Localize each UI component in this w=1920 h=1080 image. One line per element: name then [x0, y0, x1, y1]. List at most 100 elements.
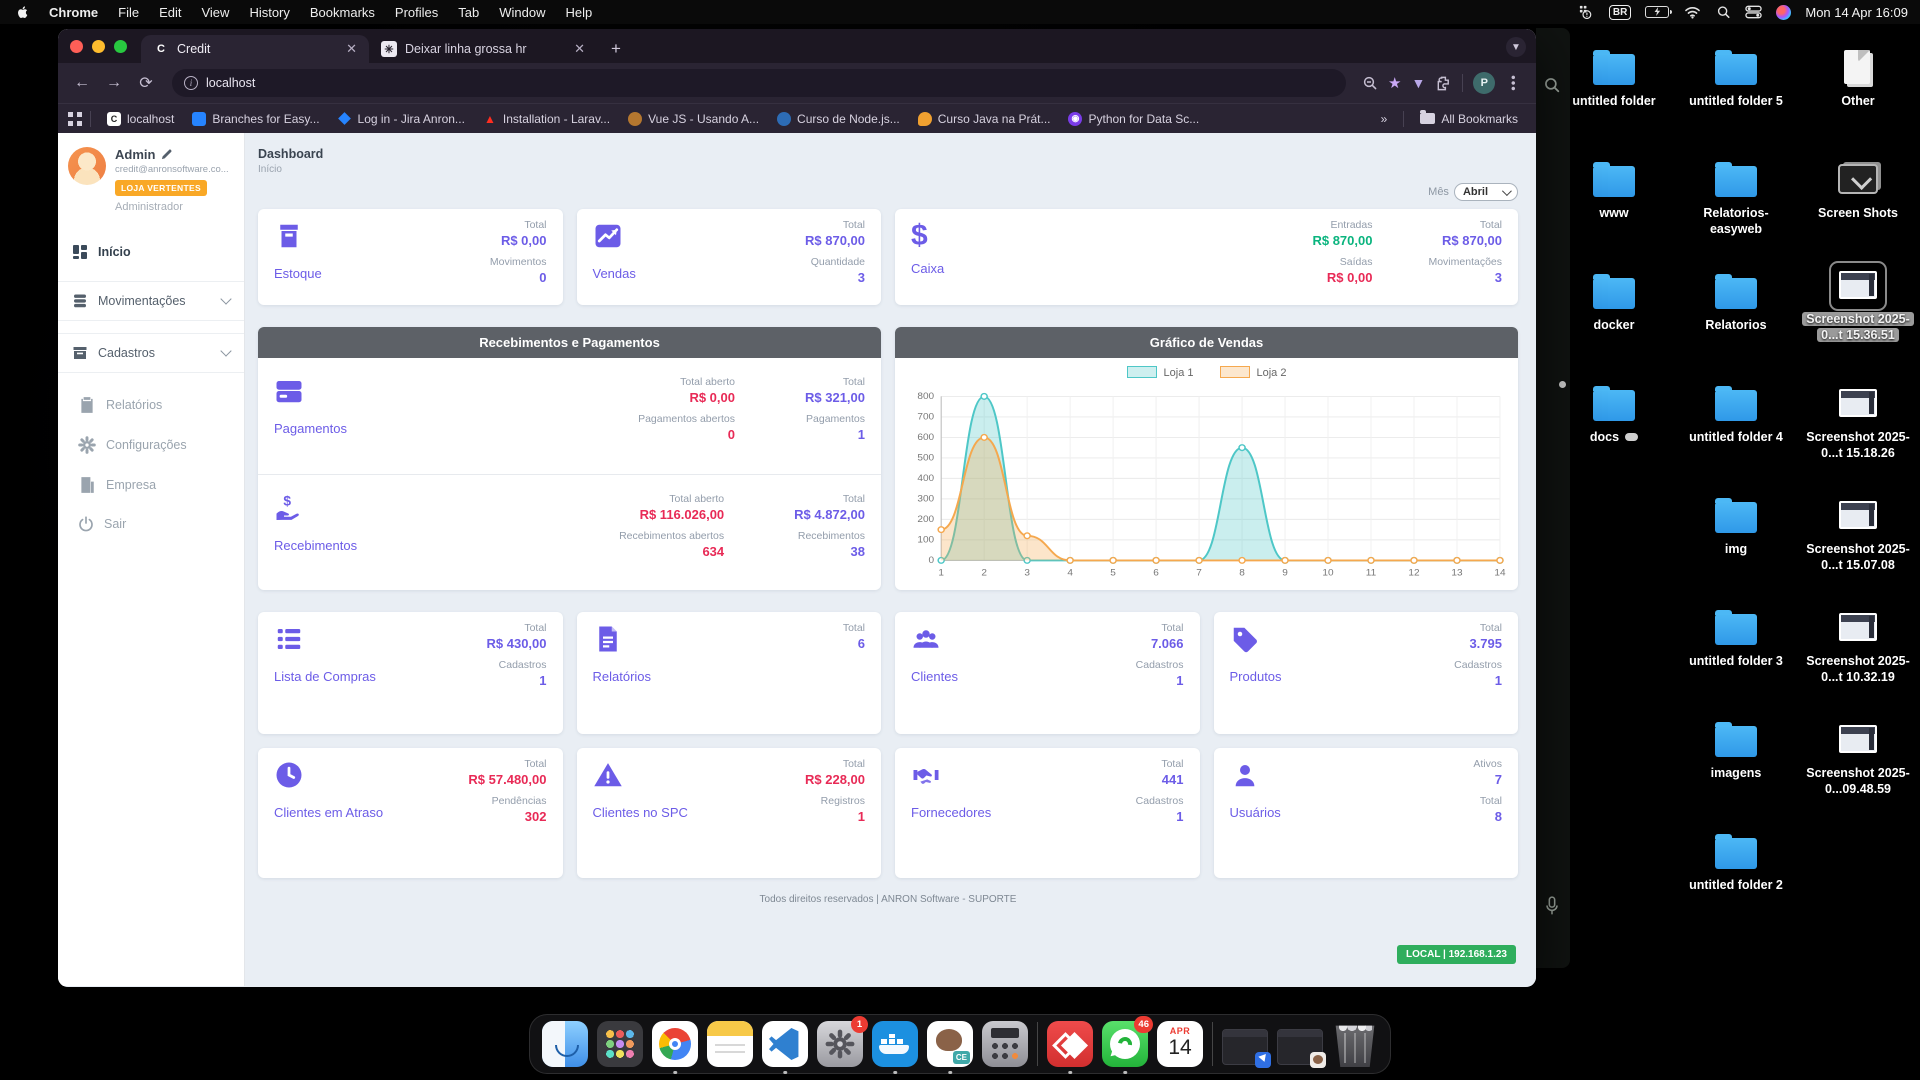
close-window-button[interactable] — [70, 40, 83, 53]
reload-button[interactable]: ⟳ — [132, 69, 160, 97]
sidebar-item-inicio[interactable]: Início — [58, 233, 244, 271]
forward-button[interactable]: → — [100, 69, 128, 97]
sidebar-item-empresa[interactable]: Empresa — [58, 465, 244, 505]
dock-vscode[interactable] — [762, 1021, 808, 1067]
desktop-folder[interactable]: imagens — [1678, 720, 1794, 781]
spotlight-search-icon[interactable] — [1716, 5, 1731, 19]
bookmark-bitbucket[interactable]: Branches for Easy... — [184, 109, 327, 129]
find-in-page-icon[interactable] — [1362, 75, 1378, 91]
wifi-icon[interactable] — [1683, 5, 1702, 19]
streamdeck-status-icon[interactable] — [1577, 5, 1595, 19]
menu-app-name[interactable]: Chrome — [40, 0, 107, 24]
desktop-folder[interactable]: docs — [1556, 384, 1672, 445]
desktop-folder[interactable]: img — [1678, 496, 1794, 557]
site-info-icon[interactable]: i — [184, 76, 198, 90]
menu-window[interactable]: Window — [490, 0, 554, 24]
minimize-window-button[interactable] — [92, 40, 105, 53]
bookmark-python[interactable]: ◉Python for Data Sc... — [1060, 109, 1207, 129]
bookmark-star-icon[interactable]: ★ — [1388, 74, 1401, 92]
card-fornecedores[interactable]: Fornecedores Total441 Cadastros1 — [895, 748, 1200, 878]
profile-avatar[interactable]: P — [1473, 72, 1495, 94]
desktop-folder-screenshots[interactable]: Screen Shots — [1800, 160, 1916, 221]
dock-trash[interactable] — [1332, 1021, 1378, 1067]
card-clientes-atraso[interactable]: Clientes em Atraso TotalR$ 57.480,00 Pen… — [258, 748, 563, 878]
dock-whatsapp[interactable]: 46 — [1102, 1021, 1148, 1067]
dock-docker[interactable] — [872, 1021, 918, 1067]
input-source-indicator[interactable]: BR — [1609, 5, 1631, 20]
dock-system-settings[interactable]: 1 — [817, 1021, 863, 1067]
apple-menu-icon[interactable] — [16, 5, 30, 19]
dock-dbeaver[interactable] — [927, 1021, 973, 1067]
sidebar-item-sair[interactable]: Sair — [58, 505, 244, 543]
desktop-screenshot[interactable]: Screenshot 2025-0...t 15.18.26 — [1800, 384, 1916, 462]
dock-launchpad[interactable] — [597, 1021, 643, 1067]
close-tab-icon[interactable]: ✕ — [344, 41, 359, 57]
bookmark-localhost[interactable]: Clocalhost — [99, 109, 182, 129]
desktop-folder[interactable]: untitled folder 5 — [1678, 48, 1794, 109]
menu-file[interactable]: File — [109, 0, 148, 24]
menu-view[interactable]: View — [192, 0, 238, 24]
desktop-folder[interactable]: docker — [1556, 272, 1672, 333]
card-estoque[interactable]: Estoque TotalR$ 0,00 Movimentos0 — [258, 209, 563, 305]
bookmark-nodejs[interactable]: Curso de Node.js... — [769, 109, 908, 129]
menu-bar-clock[interactable]: Mon 14 Apr 16:09 — [1805, 5, 1908, 20]
bookmarks-overflow-button[interactable]: » — [1373, 109, 1396, 129]
dock-notes[interactable] — [707, 1021, 753, 1067]
menu-tab[interactable]: Tab — [449, 0, 488, 24]
card-lista-compras[interactable]: Lista de Compras TotalR$ 430,00 Cadastro… — [258, 612, 563, 734]
desktop-folder[interactable]: untitled folder 4 — [1678, 384, 1794, 445]
bookmark-jira[interactable]: Log in - Jira Anron... — [330, 109, 473, 129]
tab-credit[interactable]: C Credit ✕ — [141, 35, 369, 63]
sidebar-item-configuracoes[interactable]: Configurações — [58, 425, 244, 465]
menu-edit[interactable]: Edit — [150, 0, 190, 24]
card-vendas[interactable]: Vendas TotalR$ 870,00 Quantidade3 — [577, 209, 882, 305]
pagamentos-row[interactable]: Pagamentos Total abertoR$ 0,00 Pagamento… — [258, 358, 881, 474]
battery-icon[interactable] — [1645, 6, 1669, 18]
tab-search-button[interactable]: ▼ — [1506, 37, 1526, 57]
desktop-folder[interactable]: www — [1556, 160, 1672, 221]
sidebar-item-relatorios[interactable]: Relatórios — [58, 385, 244, 425]
desktop-screenshot[interactable]: Screenshot 2025-0...09.48.59 — [1800, 720, 1916, 798]
bookmark-vuejs[interactable]: Vue JS - Usando A... — [620, 109, 767, 129]
card-relatorios[interactable]: Relatórios Total6 — [577, 612, 882, 734]
desktop-file-other[interactable]: Other — [1800, 48, 1916, 109]
edit-profile-icon[interactable] — [161, 149, 172, 160]
bookmark-java[interactable]: Curso Java na Prát... — [910, 109, 1059, 129]
month-select[interactable]: Abril — [1454, 183, 1518, 201]
dock-finder[interactable] — [542, 1021, 588, 1067]
dock-chrome[interactable] — [652, 1021, 698, 1067]
sales-line-chart[interactable]: 0100200300400500600700800123456789101112… — [905, 387, 1508, 583]
bookmark-laravel[interactable]: ▲Installation - Larav... — [475, 109, 618, 129]
card-produtos[interactable]: Produtos Total3.795 Cadastros1 — [1214, 612, 1519, 734]
menu-profiles[interactable]: Profiles — [386, 0, 447, 24]
menu-history[interactable]: History — [240, 0, 298, 24]
desktop-folder[interactable]: Relatorios — [1678, 272, 1794, 333]
all-bookmarks-button[interactable]: All Bookmarks — [1412, 109, 1526, 129]
sidebar-item-movimentacoes[interactable]: Movimentações — [58, 281, 244, 321]
new-tab-button[interactable]: + — [597, 39, 635, 63]
back-button[interactable]: ← — [68, 69, 96, 97]
user-avatar[interactable] — [68, 147, 106, 185]
dock-red-diamond-app[interactable] — [1047, 1021, 1093, 1067]
card-clientes-spc[interactable]: Clientes no SPC TotalR$ 228,00 Registros… — [577, 748, 882, 878]
card-usuarios[interactable]: Usuários Ativos7 Total8 — [1214, 748, 1519, 878]
sidebar-item-cadastros[interactable]: Cadastros — [58, 333, 244, 373]
dock-calculator[interactable] — [982, 1021, 1028, 1067]
address-bar[interactable]: i localhost — [172, 69, 1346, 97]
vue-devtools-icon[interactable]: ▼ — [1411, 75, 1425, 91]
recebimentos-row[interactable]: $ Recebimentos Total abertoR$ 116.026,00… — [258, 474, 881, 590]
chrome-menu-icon[interactable]: ••• — [1506, 75, 1521, 92]
siri-icon[interactable] — [1776, 5, 1791, 20]
desktop-screenshot-selected[interactable]: Screenshot 2025-0...t 15.36.51 — [1800, 266, 1916, 344]
dock-minimized-window-2[interactable] — [1277, 1029, 1323, 1065]
desktop-folder[interactable]: untitled folder 2 — [1678, 832, 1794, 893]
extensions-icon[interactable] — [1435, 75, 1452, 92]
desktop-folder[interactable]: Relatorios-easyweb — [1678, 160, 1794, 238]
dock-calendar[interactable]: APR 14 — [1157, 1021, 1203, 1067]
menu-help[interactable]: Help — [557, 0, 602, 24]
zoom-window-button[interactable] — [114, 40, 127, 53]
tab-chatgpt[interactable]: ✳ Deixar linha grossa hr ✕ — [369, 35, 597, 63]
dock-minimized-window-1[interactable] — [1222, 1029, 1268, 1065]
menu-bookmarks[interactable]: Bookmarks — [301, 0, 384, 24]
close-tab-icon[interactable]: ✕ — [572, 41, 587, 57]
